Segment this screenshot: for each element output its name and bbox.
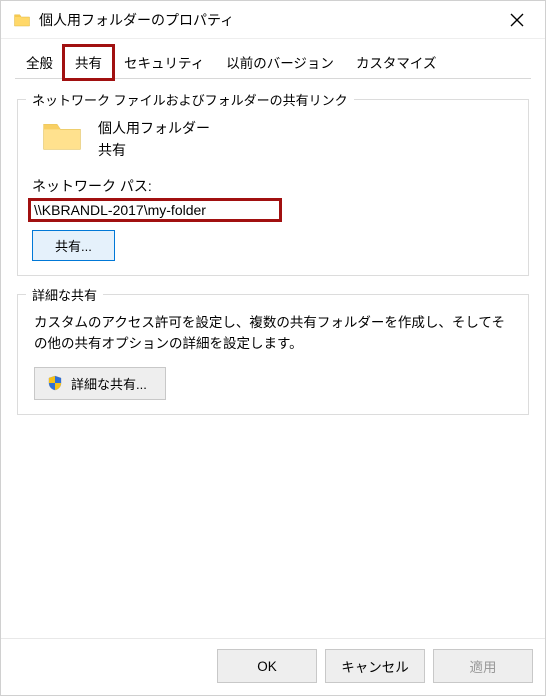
apply-button[interactable]: 適用: [433, 649, 533, 683]
folder-name: 個人用フォルダー: [98, 118, 210, 138]
tab-sharing[interactable]: 共有: [64, 46, 113, 79]
advanced-sharing-group: 詳細な共有 カスタムのアクセス許可を設定し、複数の共有フォルダーを作成し、そして…: [17, 294, 529, 415]
advanced-sharing-button-label: 詳細な共有...: [71, 374, 147, 393]
network-path-label: ネットワーク パス:: [32, 176, 516, 196]
close-icon: [510, 13, 524, 27]
tab-content: ネットワーク ファイルおよびフォルダーの共有リンク 個人用フォルダー 共有 ネッ…: [1, 79, 545, 638]
folder-summary: 個人用フォルダー 共有: [30, 114, 516, 170]
tab-general[interactable]: 全般: [15, 46, 64, 79]
window-title: 個人用フォルダーのプロパティ: [39, 10, 497, 30]
advanced-sharing-button[interactable]: 詳細な共有...: [34, 367, 166, 400]
dialog-footer: OK キャンセル 適用: [1, 638, 545, 695]
close-button[interactable]: [497, 5, 537, 35]
advanced-sharing-description: カスタムのアクセス許可を設定し、複数の共有フォルダーを作成し、そしてその他の共有…: [30, 309, 516, 367]
folder-large-icon: [42, 118, 82, 154]
tab-customize[interactable]: カスタマイズ: [345, 46, 448, 79]
uac-shield-icon: [47, 375, 63, 391]
network-path-value[interactable]: \\KBRANDL-2017\my-folder: [30, 200, 280, 220]
properties-dialog: 個人用フォルダーのプロパティ 全般 共有 セキュリティ 以前のバージョン カスタ…: [0, 0, 546, 696]
network-sharing-legend: ネットワーク ファイルおよびフォルダーの共有リンク: [26, 90, 354, 109]
share-button[interactable]: 共有...: [32, 230, 115, 261]
folder-icon: [13, 11, 31, 29]
cancel-button[interactable]: キャンセル: [325, 649, 425, 683]
network-sharing-group: ネットワーク ファイルおよびフォルダーの共有リンク 個人用フォルダー 共有 ネッ…: [17, 99, 529, 276]
tab-security[interactable]: セキュリティ: [113, 46, 215, 79]
tab-bar: 全般 共有 セキュリティ 以前のバージョン カスタマイズ: [1, 39, 545, 79]
folder-labels: 個人用フォルダー 共有: [98, 118, 210, 160]
tab-previous-versions[interactable]: 以前のバージョン: [215, 46, 345, 79]
ok-button[interactable]: OK: [217, 649, 317, 683]
titlebar: 個人用フォルダーのプロパティ: [1, 1, 545, 39]
advanced-sharing-legend: 詳細な共有: [26, 285, 103, 304]
folder-share-state: 共有: [98, 140, 210, 160]
